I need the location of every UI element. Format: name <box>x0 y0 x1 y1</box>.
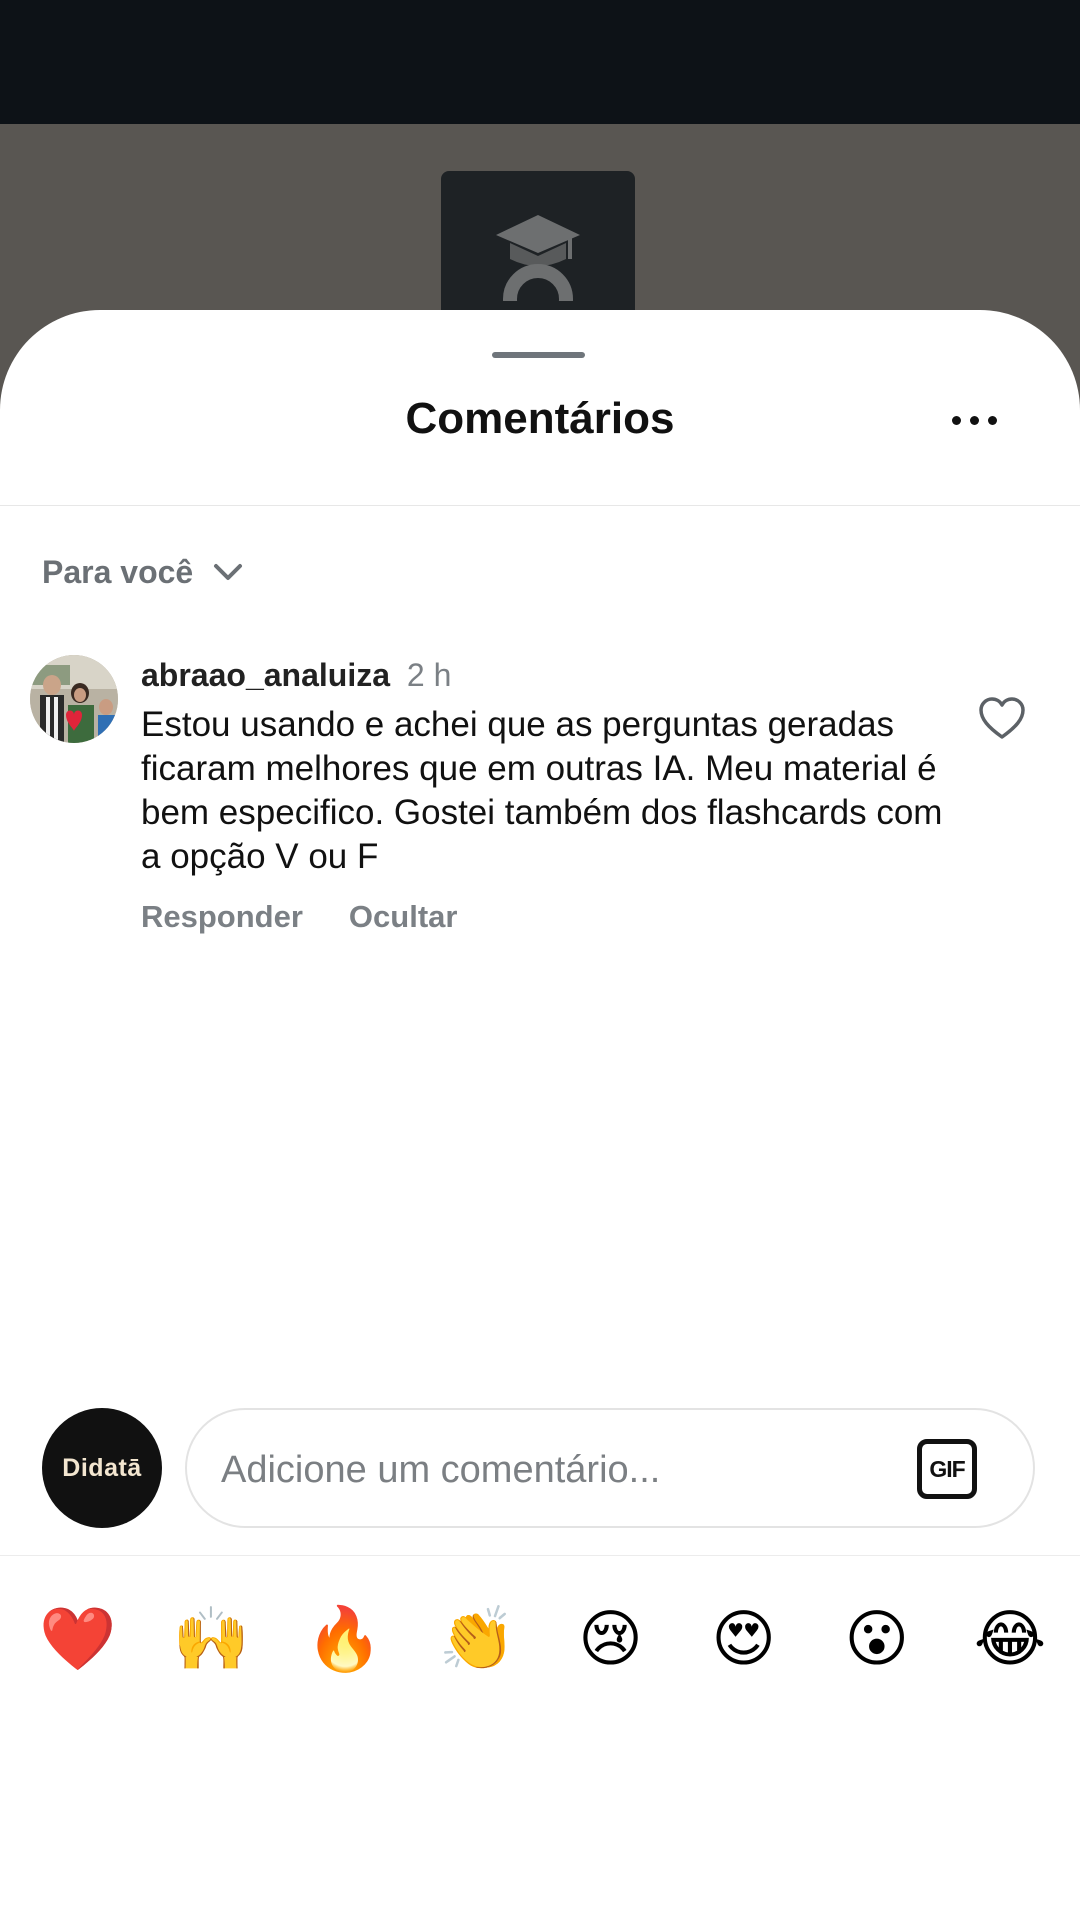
comment-text: Estou usando e achei que as perguntas ge… <box>141 705 943 876</box>
comment-body: abraao_analuiza 2 h Estou usando e achei… <box>141 655 961 935</box>
reply-button[interactable]: Responder <box>141 899 303 935</box>
comment-username[interactable]: abraao_analuiza <box>141 657 390 693</box>
sheet-title: Comentários <box>405 394 675 443</box>
status-bar <box>0 0 1080 124</box>
emoji-divider <box>0 1555 1080 1556</box>
sort-filter-label: Para você <box>42 553 194 590</box>
screen: Comentários Para você abraao_analuiza 2 … <box>0 0 1080 1920</box>
current-user-avatar[interactable]: Didatā <box>42 1408 162 1528</box>
comments-sheet: Comentários Para você abraao_analuiza 2 … <box>0 310 1080 1920</box>
header-divider <box>0 505 1080 506</box>
graduation-cap-logo-icon <box>496 215 580 301</box>
comment-input[interactable] <box>221 1440 861 1500</box>
emoji-heart-eyes[interactable]: 😍 <box>704 1600 784 1680</box>
avatar-photo <box>30 655 118 743</box>
comment-timestamp: 2 h <box>406 657 452 693</box>
more-horizontal-icon <box>951 415 961 425</box>
quick-emoji-bar: ❤️ 🙌 🔥 👏 😢 😍 😮 😂 <box>38 1600 1050 1680</box>
emoji-raising-hands[interactable]: 🙌 <box>171 1600 251 1680</box>
gif-button[interactable]: GIF <box>917 1439 977 1499</box>
emoji-clapping-hands[interactable]: 👏 <box>437 1600 517 1680</box>
comment-actions: Responder Ocultar <box>141 899 961 935</box>
hide-button[interactable]: Ocultar <box>349 899 458 935</box>
commenter-avatar[interactable] <box>30 655 118 743</box>
emoji-red-heart[interactable]: ❤️ <box>38 1600 118 1680</box>
gif-icon-label: GIF <box>929 1455 965 1482</box>
emoji-surprised-face[interactable]: 😮 <box>837 1600 917 1680</box>
sheet-grabber[interactable] <box>492 352 585 358</box>
comment-composer: GIF <box>185 1408 1035 1528</box>
comment-meta: abraao_analuiza 2 h <box>141 655 961 695</box>
emoji-tears-of-joy[interactable]: 😂 <box>970 1600 1050 1680</box>
more-options-button[interactable] <box>944 405 1004 435</box>
chevron-down-icon <box>214 564 243 580</box>
emoji-fire[interactable]: 🔥 <box>304 1600 384 1680</box>
like-button[interactable] <box>976 693 1028 745</box>
sort-filter-dropdown[interactable]: Para você <box>42 542 243 602</box>
emoji-crying-face[interactable]: 😢 <box>571 1600 651 1680</box>
heart-outline-icon <box>979 697 1025 739</box>
post-thumbnail <box>441 171 635 331</box>
brand-logo-text: Didatā <box>62 1453 142 1482</box>
